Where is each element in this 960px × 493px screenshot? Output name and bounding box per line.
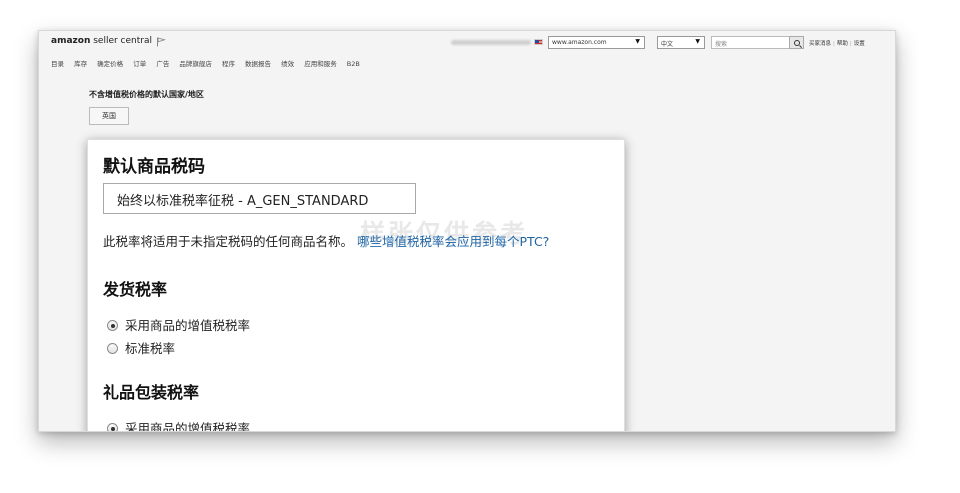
tax-settings-card: 默认商品税码 始终以标准税率征税 - A_GEN_STANDARD 样张仅供参考… — [87, 139, 625, 431]
search-input[interactable]: 搜索 — [711, 36, 801, 49]
radio-unselected-icon[interactable] — [107, 343, 118, 354]
language-select[interactable]: 中文 ▼ — [657, 36, 705, 49]
nav-catalog[interactable]: 目录 — [51, 60, 64, 68]
tax-code-description: 此税率将适用于未指定税码的任何商品名称。 哪些增值税税率会应用到每个PTC? — [103, 234, 550, 249]
nav-b2b[interactable]: B2B — [347, 60, 360, 68]
top-bar: amazon seller central www.amazon.com ▼ 中… — [39, 31, 895, 53]
seller-central-logo[interactable]: amazon seller central — [51, 36, 152, 46]
nav-reports[interactable]: 数据报告 — [245, 60, 271, 68]
buyer-messages-link[interactable]: 买家消息 — [809, 41, 831, 47]
radio-selected-icon[interactable] — [107, 320, 118, 331]
shipping-rate-title: 发货税率 — [103, 280, 168, 299]
help-link[interactable]: 帮助 — [837, 41, 848, 47]
nav-advertising[interactable]: 广告 — [156, 60, 169, 68]
settings-link[interactable]: 设置 — [854, 41, 865, 47]
flag-icon[interactable] — [156, 37, 166, 47]
ptc-rate-help-link[interactable]: 哪些增值税税率会应用到每个PTC? — [357, 234, 549, 249]
dropdown-arrow-icon: ▼ — [695, 38, 700, 45]
nav-performance[interactable]: 绩效 — [281, 60, 294, 68]
top-links: 买家消息 | 帮助 | 设置 — [809, 41, 865, 47]
browser-window: amazon seller central www.amazon.com ▼ 中… — [38, 30, 896, 432]
radio-selected-icon[interactable] — [107, 423, 118, 431]
default-country-value[interactable]: 英国 — [89, 107, 129, 125]
default-country-label: 不含增值税价格的默认国家/地区 — [89, 90, 204, 99]
marketplace-select[interactable]: www.amazon.com ▼ — [548, 36, 645, 49]
nav-apps-services[interactable]: 应用和服务 — [304, 60, 337, 68]
tax-code-select[interactable]: 始终以标准税率征税 - A_GEN_STANDARD — [103, 183, 416, 214]
shipping-option-product-rate[interactable]: 采用商品的增值税税率 — [107, 315, 250, 333]
nav-stores[interactable]: 品牌旗舰店 — [179, 60, 212, 68]
nav-orders[interactable]: 订单 — [133, 60, 146, 68]
search-button[interactable] — [789, 36, 804, 49]
search-icon — [794, 40, 800, 46]
giftwrap-rate-title: 礼品包装税率 — [103, 383, 200, 402]
main-nav: 目录 库存 确定价格 订单 广告 品牌旗舰店 程序 数据报告 绩效 应用和服务 … — [51, 58, 368, 68]
account-email-blurred — [451, 40, 531, 45]
nav-pricing[interactable]: 确定价格 — [97, 60, 123, 68]
shipping-option-standard-rate[interactable]: 标准税率 — [107, 338, 175, 356]
us-flag-icon — [534, 39, 543, 45]
nav-programs[interactable]: 程序 — [222, 60, 235, 68]
dropdown-arrow-icon: ▼ — [635, 38, 640, 45]
card-title: 默认商品税码 — [103, 157, 205, 177]
giftwrap-option-product-rate[interactable]: 采用商品的增值税税率 — [107, 418, 250, 431]
nav-inventory[interactable]: 库存 — [74, 60, 87, 68]
